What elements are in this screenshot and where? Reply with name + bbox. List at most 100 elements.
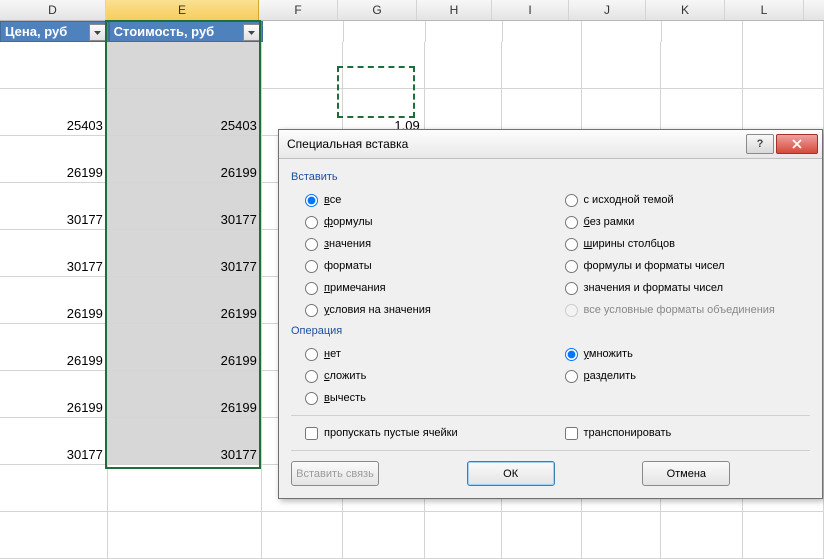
radio-label: с исходной темой <box>584 194 674 206</box>
radio-input-mul[interactable] <box>565 348 578 361</box>
cell[interactable] <box>343 42 424 89</box>
table-header-1[interactable]: Стоимость, руб <box>109 21 264 42</box>
table-header-0[interactable]: Цена, руб <box>0 21 109 42</box>
cell[interactable] <box>661 42 742 89</box>
radio-input-all[interactable] <box>305 194 318 207</box>
radio-formulas[interactable]: формулы <box>291 211 551 233</box>
close-button[interactable] <box>776 134 818 154</box>
radio-label: примечания <box>324 282 386 294</box>
radio-div[interactable]: разделить <box>551 365 811 387</box>
radio-label: вычесть <box>324 392 366 404</box>
cell[interactable]: 30177 <box>108 183 262 230</box>
cell[interactable] <box>108 512 262 559</box>
cell[interactable] <box>743 512 824 559</box>
column-header-K[interactable]: K <box>646 0 725 20</box>
radio-valnum[interactable]: значения и форматы чисел <box>551 277 811 299</box>
cell[interactable] <box>108 465 262 512</box>
cell[interactable] <box>661 512 742 559</box>
radio-formnum[interactable]: формулы и форматы чисел <box>551 255 811 277</box>
radio-input-theme[interactable] <box>565 194 578 207</box>
skip-blanks-label: пропускать пустые ячейки <box>324 427 458 439</box>
radio-formats[interactable]: форматы <box>291 255 551 277</box>
close-icon <box>792 139 802 149</box>
column-header-F[interactable]: F <box>259 0 338 20</box>
radio-label: значения и форматы чисел <box>584 282 724 294</box>
ok-button[interactable]: ОК <box>467 461 555 486</box>
column-header-G[interactable]: G <box>338 0 417 20</box>
radio-input-colwidths[interactable] <box>565 238 578 251</box>
radio-input-validation[interactable] <box>305 304 318 317</box>
cell[interactable] <box>108 42 262 89</box>
column-header-I[interactable]: I <box>492 0 569 20</box>
filter-button[interactable] <box>243 24 260 41</box>
cell[interactable]: 26199 <box>0 277 108 324</box>
cell[interactable]: 30177 <box>0 418 108 465</box>
radio-input-formnum[interactable] <box>565 260 578 273</box>
cell[interactable] <box>262 42 343 89</box>
cell[interactable]: 26199 <box>108 136 262 183</box>
radio-input-valnum[interactable] <box>565 282 578 295</box>
cell[interactable]: 26199 <box>108 277 262 324</box>
column-header-J[interactable]: J <box>569 0 646 20</box>
column-header-H[interactable]: H <box>417 0 492 20</box>
cell[interactable]: 26199 <box>108 324 262 371</box>
cell[interactable] <box>0 42 108 89</box>
radio-sub[interactable]: вычесть <box>291 387 551 409</box>
cell[interactable]: 26199 <box>0 371 108 418</box>
cell[interactable]: 26199 <box>0 136 108 183</box>
cell[interactable] <box>425 512 503 559</box>
radio-input-comments[interactable] <box>305 282 318 295</box>
cell[interactable] <box>582 42 661 89</box>
radio-none[interactable]: нет <box>291 343 551 365</box>
table-row <box>0 512 824 559</box>
cell[interactable]: 30177 <box>0 183 108 230</box>
radio-label: формулы <box>324 216 373 228</box>
radio-input-noborder[interactable] <box>565 216 578 229</box>
column-header-E[interactable]: E <box>106 0 259 20</box>
radio-input-values[interactable] <box>305 238 318 251</box>
cell[interactable] <box>582 512 661 559</box>
radio-validation[interactable]: условия на значения <box>291 299 551 321</box>
cell[interactable] <box>425 42 503 89</box>
cell[interactable]: 26199 <box>0 324 108 371</box>
radio-noborder[interactable]: без рамки <box>551 211 811 233</box>
cell[interactable] <box>262 512 343 559</box>
radio-comments[interactable]: примечания <box>291 277 551 299</box>
cell[interactable] <box>343 512 424 559</box>
column-header-L[interactable]: L <box>725 0 804 20</box>
cell[interactable] <box>502 512 581 559</box>
radio-input-formulas[interactable] <box>305 216 318 229</box>
cell[interactable] <box>0 512 108 559</box>
radio-add[interactable]: сложить <box>291 365 551 387</box>
radio-input-div[interactable] <box>565 370 578 383</box>
radio-mul[interactable]: умножить <box>551 343 811 365</box>
cell[interactable] <box>502 42 581 89</box>
radio-input-sub[interactable] <box>305 392 318 405</box>
cell[interactable]: 30177 <box>108 418 262 465</box>
dialog-titlebar[interactable]: Специальная вставка ? <box>279 130 822 159</box>
transpose-input[interactable] <box>565 427 578 440</box>
skip-blanks-input[interactable] <box>305 427 318 440</box>
cell[interactable]: 26199 <box>108 371 262 418</box>
transpose-checkbox[interactable]: транспонировать <box>551 422 811 444</box>
cell[interactable]: 30177 <box>108 230 262 277</box>
cancel-button[interactable]: Отмена <box>642 461 730 486</box>
filter-button[interactable] <box>89 24 106 41</box>
help-button[interactable]: ? <box>746 134 774 154</box>
skip-blanks-checkbox[interactable]: пропускать пустые ячейки <box>291 422 551 444</box>
table-header-row: Цена, рубСтоимость, руб <box>0 21 824 42</box>
radio-colwidths[interactable]: ширины столбцов <box>551 233 811 255</box>
radio-theme[interactable]: с исходной темой <box>551 189 811 211</box>
cell[interactable] <box>0 465 108 512</box>
cell[interactable]: 25403 <box>0 89 108 136</box>
radio-input-formats[interactable] <box>305 260 318 273</box>
cell[interactable]: 30177 <box>0 230 108 277</box>
cell[interactable]: 25403 <box>108 89 262 136</box>
cell[interactable] <box>743 42 824 89</box>
column-header-D[interactable]: D <box>0 0 106 20</box>
radio-input-none[interactable] <box>305 348 318 361</box>
group-op-title: Операция <box>291 325 810 337</box>
radio-input-add[interactable] <box>305 370 318 383</box>
radio-values[interactable]: значения <box>291 233 551 255</box>
radio-all[interactable]: все <box>291 189 551 211</box>
